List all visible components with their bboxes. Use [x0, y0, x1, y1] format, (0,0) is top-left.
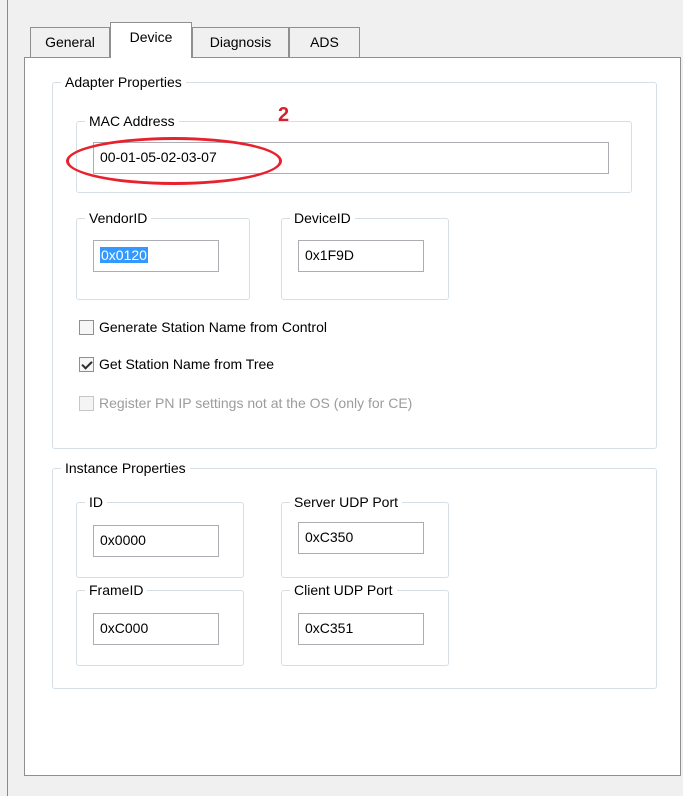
- client-udp-port-group: Client UDP Port 0xC351: [281, 581, 449, 666]
- vendor-id-value: 0x0120: [100, 247, 148, 263]
- get-station-name-checkbox[interactable]: [79, 357, 94, 372]
- window-edge: [0, 0, 9, 796]
- server-udp-port-value: 0xC350: [305, 529, 354, 545]
- id-label: ID: [85, 493, 107, 511]
- tab-general[interactable]: General: [30, 27, 110, 58]
- frame-id-field[interactable]: 0xC000: [93, 613, 219, 645]
- id-value: 0x0000: [100, 532, 146, 548]
- tab-label: Device: [129, 29, 173, 45]
- register-pn-ip-checkbox: [79, 396, 94, 411]
- generate-station-name-label: Generate Station Name from Control: [99, 319, 327, 335]
- instance-properties-title: Instance Properties: [61, 459, 190, 477]
- frame-id-value: 0xC000: [100, 620, 149, 636]
- tab-label: ADS: [310, 34, 339, 50]
- register-pn-ip-label: Register PN IP settings not at the OS (o…: [99, 395, 413, 411]
- instance-properties-group: Instance Properties ID 0x0000 Server UDP…: [52, 459, 657, 689]
- annotation-circle: [66, 137, 282, 185]
- tab-label: General: [45, 34, 95, 50]
- server-udp-port-field[interactable]: 0xC350: [298, 522, 424, 554]
- client-udp-port-label: Client UDP Port: [290, 581, 397, 599]
- device-id-field[interactable]: 0x1F9D: [298, 240, 424, 272]
- device-id-group: DeviceID 0x1F9D: [281, 209, 449, 300]
- vendor-id-label: VendorID: [85, 209, 152, 227]
- get-station-name-label: Get Station Name from Tree: [99, 356, 275, 372]
- client-udp-port-value: 0xC351: [305, 620, 354, 636]
- tab-ads[interactable]: ADS: [289, 27, 360, 58]
- vendor-id-field[interactable]: 0x0120: [93, 240, 219, 272]
- frame-id-group: FrameID 0xC000: [76, 581, 244, 666]
- annotation-number: 2: [278, 104, 290, 126]
- device-id-value: 0x1F9D: [305, 247, 355, 263]
- frame-id-label: FrameID: [85, 581, 148, 599]
- vendor-id-group: VendorID 0x0120: [76, 209, 250, 300]
- client-udp-port-field[interactable]: 0xC351: [298, 613, 424, 645]
- server-udp-port-label: Server UDP Port: [290, 493, 402, 511]
- id-group: ID 0x0000: [76, 493, 244, 578]
- tab-device[interactable]: Device: [110, 22, 192, 58]
- adapter-properties-title: Adapter Properties: [61, 73, 186, 91]
- device-id-label: DeviceID: [290, 209, 355, 227]
- generate-station-name-checkbox[interactable]: [79, 320, 94, 335]
- tab-label: Diagnosis: [209, 34, 272, 50]
- server-udp-port-group: Server UDP Port 0xC350: [281, 493, 449, 578]
- mac-address-label: MAC Address: [85, 112, 179, 130]
- id-field[interactable]: 0x0000: [93, 525, 219, 557]
- tab-diagnosis[interactable]: Diagnosis: [192, 27, 289, 58]
